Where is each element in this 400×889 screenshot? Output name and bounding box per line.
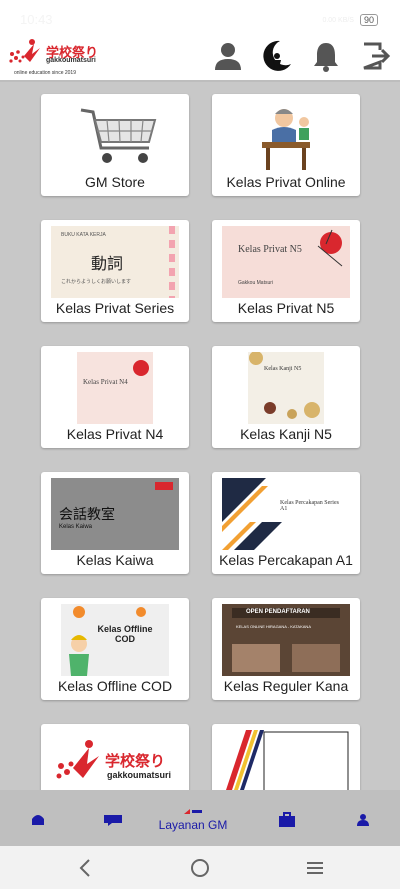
card-thumbnail: Kelas Privat N5 Gakkou Matsuri [222,226,350,298]
card-kelas-privat-n5[interactable]: Kelas Privat N5 Gakkou Matsuri Kelas Pri… [212,220,360,322]
character-illustration-icon [69,606,146,676]
card-thumbnail: 学校祭り gakkoumatsuri [51,730,179,790]
back-arrow-icon [79,859,90,877]
card-kelas-reguler-kana[interactable]: OPEN PENDAFTARAN KELAS ONLINE HIRAGANA -… [212,598,360,700]
nav-briefcase[interactable] [276,798,298,842]
thumb-title: 学校祭り [105,753,166,770]
card-kelas-kaiwa[interactable]: 会話教室 Kelas Kaiwa Kelas Kaiwa [41,472,189,574]
recent-apps-button[interactable] [300,854,330,882]
network-speed: 0.00 KB/S [322,16,354,24]
shopping-cart-icon [80,108,157,163]
layanan-gm-icon [184,809,202,814]
logout-icon[interactable] [358,38,394,74]
thumb-subtitle: これからようしくお願いします [61,279,132,285]
home-button[interactable] [185,854,215,882]
card-gm-store[interactable]: GM Store [41,94,189,196]
nav-chat[interactable] [100,798,126,842]
card-kelas-kanji-n5[interactable]: Kelas Kanji N5 Kelas Kanji N5 [212,346,360,448]
user-icon[interactable] [210,38,246,74]
card-thumbnail: Kelas Kanji N5 [248,352,324,424]
card-kelas-privat-n4[interactable]: Kelas Privat N4 Kelas Privat N4 [41,346,189,448]
card-kelas-percakapan-a1[interactable]: Kelas Percakapan Series A1 Kelas Percaka… [212,472,360,574]
bottom-navigation: Layanan GM [0,790,400,846]
thumb-title: OPEN PENDAFTARAN [246,609,310,615]
logo-tagline: online education since 2019 [14,70,76,76]
card-thumbnail: Kelas Offline COD [61,604,169,676]
decorative-flowers-icon [249,352,320,419]
card-unnamed[interactable] [212,724,360,790]
status-time: 10:43 [20,12,53,27]
card-kelas-privat-online[interactable]: Kelas Privat Online [212,94,360,196]
home-icon [32,815,44,825]
card-label: Kelas Kaiwa [76,552,154,568]
status-bar: 10:43 0.00 KB/S 90 [0,0,400,30]
bell-icon[interactable] [308,38,344,74]
back-button[interactable] [70,854,100,882]
card-thumbnail [51,100,179,172]
moon-logo-icon[interactable] [258,38,294,74]
service-grid: GM Store Kelas Privat Online BUKU KATA K… [0,84,400,790]
thumb-title: Kelas Kaiwa [59,524,93,530]
card-thumbnail: Kelas Privat N4 [77,352,153,424]
card-label: Kelas Kanji N5 [240,426,332,442]
thumb-title: Kelas Percakapan Series A1 [280,500,339,512]
card-thumbnail: OPEN PENDAFTARAN KELAS ONLINE HIRAGANA -… [222,604,350,676]
app-header: 学校祭り gakkoumatsuri online education sinc… [0,30,400,82]
card-label: Kelas Privat Online [226,174,346,190]
thumb-title: Kelas Privat N4 [83,378,128,386]
card-gakkoumatsuri[interactable]: 学校祭り gakkoumatsuri [41,724,189,790]
thumb-kanji: 動詞 [91,254,124,273]
briefcase-icon [279,812,295,827]
chat-icon [104,815,122,826]
card-label: Kelas Offline COD [57,678,173,694]
thumb-subtitle: KELAS ONLINE HIRAGANA - KATAKANA [236,624,311,629]
card-label: Kelas Percakapan A1 [219,552,353,568]
card-label: GM Store [85,174,145,190]
menu-lines-icon [307,862,323,874]
nav-label: Layanan GM [158,818,228,832]
nav-profile[interactable] [352,798,374,842]
card-thumbnail: 会話教室 Kelas Kaiwa [51,478,179,550]
card-thumbnail: Kelas Percakapan Series A1 [222,478,350,550]
nav-layanan-gm[interactable]: Layanan GM [150,798,236,842]
teacher-desk-icon [262,109,310,170]
card-kelas-privat-series[interactable]: BUKU KATA KERJA 動詞 これからようしくお願いします Kelas … [41,220,189,322]
status-indicators: 0.00 KB/S 90 [322,14,378,26]
decorative-stripes-icon [222,478,282,550]
logo-subtext: gakkoumatsuri [46,57,96,64]
profile-icon [357,814,369,826]
card-thumbnail: BUKU KATA KERJA 動詞 これからようしくお願いします [51,226,179,298]
thumb-subtitle: gakkoumatsuri [107,770,172,780]
home-circle-icon [191,859,209,877]
battery-icon: 90 [359,14,378,26]
card-thumbnail [222,100,350,172]
system-navigation-bar [0,846,400,889]
card-label: Kelas Privat N5 [237,300,335,316]
card-label: Kelas Privat N4 [66,426,164,442]
card-label: Kelas Privat Series [55,300,175,316]
thumb-kanji: 会話教室 [59,507,115,523]
card-label: Kelas Reguler Kana [223,678,349,694]
nav-home[interactable] [26,798,50,842]
card-kelas-offline-cod[interactable]: Kelas Offline COD Kelas Offline COD [41,598,189,700]
thumb-title: BUKU KATA KERJA [61,232,106,238]
decorative-stripes-icon [226,730,349,790]
card-thumbnail [222,730,350,790]
